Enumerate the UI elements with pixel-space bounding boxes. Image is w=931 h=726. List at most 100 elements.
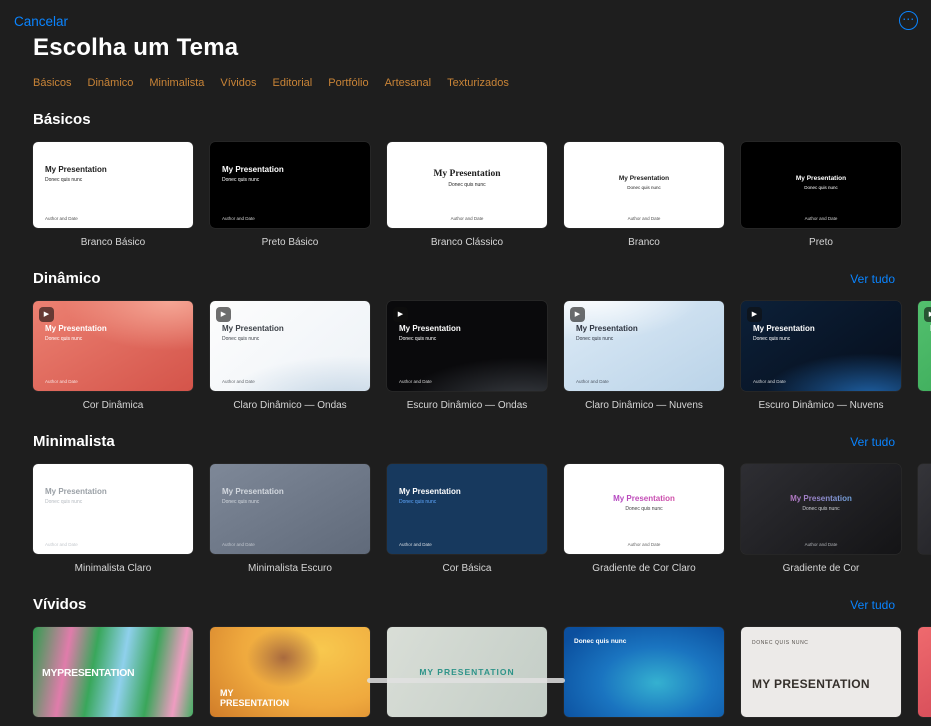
thumb-subtitle: Donec quis nunc	[387, 182, 547, 188]
category-tab-basicos[interactable]: Básicos	[33, 77, 72, 89]
thumb-subtitle: Donec quis nunc	[741, 506, 901, 512]
section-title: Dinâmico	[33, 270, 101, 287]
section-basicos: Básicos My Presentation Donec quis nunc …	[0, 111, 931, 248]
category-tab-portfolio[interactable]: Portfólio	[328, 77, 368, 89]
theme-row: My Presentation Donec quis nunc Author a…	[0, 142, 931, 248]
theme-card[interactable]: MY PRESENTATION	[387, 627, 547, 726]
see-all-link[interactable]: Ver tudo	[850, 272, 895, 286]
category-tab-editorial[interactable]: Editorial	[272, 77, 312, 89]
theme-card[interactable]: My Presentation Donec quis nunc Author a…	[564, 464, 724, 574]
thumb-subtitle: Donec quis nunc	[222, 177, 259, 183]
theme-card[interactable]	[918, 464, 931, 574]
theme-card[interactable]: My Presentation Donec quis nunc Author a…	[210, 142, 370, 248]
theme-card[interactable]: Donec quis nunc	[564, 627, 724, 726]
thumb-footer: Author and Date	[564, 542, 724, 547]
thumb-subtitle: Donec quis nunc	[222, 499, 259, 505]
theme-row: ▶ My Presentation Donec quis nunc Author…	[0, 301, 931, 411]
theme-card[interactable]: My Presentation Donec quis nunc Author a…	[741, 464, 901, 574]
thumb-title: My Presentation	[741, 494, 901, 504]
thumb-subtitle: Donec quis nunc	[399, 499, 436, 505]
thumb-title: MY PRESENTATION	[387, 667, 547, 677]
thumb-footer: Author and Date	[387, 216, 547, 221]
theme-card[interactable]: My Presentation Donec quis nunc Author a…	[387, 142, 547, 248]
theme-label: Branco Básico	[33, 237, 193, 248]
theme-thumb: My Presentation Donec quis nunc Author a…	[387, 464, 547, 554]
theme-thumb: ▶ My Presentation Donec quis nunc Author…	[387, 301, 547, 391]
theme-card[interactable]: My Presentation Donec quis nunc Author a…	[33, 464, 193, 574]
thumb-title: My Presentation	[45, 324, 107, 334]
thumb-subtitle: Donec quis nunc	[45, 177, 82, 183]
thumb-title: My Presentation	[576, 324, 638, 334]
theme-thumb: My Presentation Donec quis nunc Author a…	[33, 464, 193, 554]
theme-label: Preto	[741, 237, 901, 248]
category-tab-dinamico[interactable]: Dinâmico	[88, 77, 134, 89]
theme-label: Cor Básica	[387, 563, 547, 574]
theme-card[interactable]: ▶ My Presentation	[918, 301, 931, 411]
thumb-footer: Author and Date	[45, 542, 78, 547]
section-vividos: Vívidos Ver tudo MYPRESENTATION MY PRESE…	[0, 596, 931, 726]
theme-card[interactable]: ▶ My Presentation Donec quis nunc Author…	[33, 301, 193, 411]
cancel-button[interactable]: Cancelar	[14, 14, 68, 29]
more-options-button[interactable]: ⋯	[899, 11, 918, 30]
category-tab-minimalista[interactable]: Minimalista	[149, 77, 204, 89]
section-title: Minimalista	[33, 433, 115, 450]
theme-label: Claro Dinâmico — Ondas	[210, 400, 370, 411]
thumb-subtitle: Donec quis nunc	[564, 506, 724, 512]
play-badge: ▶	[39, 307, 54, 322]
thumb-footer: Author and Date	[222, 216, 255, 221]
theme-thumb: ▶ My Presentation Donec quis nunc Author…	[564, 301, 724, 391]
thumb-footer: Author and Date	[741, 216, 901, 221]
category-tab-artesanal[interactable]: Artesanal	[385, 77, 431, 89]
theme-label: Gradiente de Cor	[741, 563, 901, 574]
theme-label: Minimalista Escuro	[210, 563, 370, 574]
thumb-subtitle: Donec quis nunc	[45, 336, 82, 342]
see-all-link[interactable]: Ver tudo	[850, 598, 895, 612]
play-badge: ▶	[747, 307, 762, 322]
theme-label: Claro Dinâmico — Nuvens	[564, 400, 724, 411]
thumb-title: My Presentation	[741, 175, 901, 183]
thumb-footer: Author and Date	[222, 542, 255, 547]
thumb-subtitle: Donec quis nunc	[399, 336, 436, 342]
theme-card[interactable]: My Presentation Donec quis nunc Author a…	[210, 464, 370, 574]
ellipsis-circle-icon: ⋯	[902, 13, 915, 25]
thumb-title: My Presentation	[564, 494, 724, 504]
thumb-title: My Presentation	[564, 175, 724, 183]
thumb-title: MYPRESENTATION	[42, 667, 134, 680]
theme-thumb: ▶ My Presentation Donec quis nunc Author…	[210, 301, 370, 391]
theme-label: Cor Dinâmica	[33, 400, 193, 411]
theme-card[interactable]: MYPRESENTATION	[33, 627, 193, 726]
theme-thumb: DONEC QUIS NUNC MY PRESENTATION	[741, 627, 901, 717]
thumb-footer: Author and Date	[399, 542, 432, 547]
play-icon: ▶	[44, 311, 49, 318]
thumb-subtitle: Donec quis nunc	[45, 499, 82, 505]
thumb-title: My Presentation	[753, 324, 815, 334]
section-title: Vívidos	[33, 596, 86, 613]
theme-card[interactable]: My Presentation Donec quis nunc Author a…	[387, 464, 547, 574]
theme-thumb	[918, 627, 931, 717]
thumb-subtitle: Donec quis nunc	[753, 336, 790, 342]
thumb-subtitle: Donec quis nunc	[576, 336, 613, 342]
thumb-footer: Author and Date	[753, 379, 786, 384]
thumb-footer: Author and Date	[45, 379, 78, 384]
play-badge: ▶	[216, 307, 231, 322]
theme-card[interactable]: ▶ My Presentation Donec quis nunc Author…	[387, 301, 547, 411]
theme-card[interactable]: My Presentation Donec quis nunc Author a…	[33, 142, 193, 248]
theme-card[interactable]: My Presentation Donec quis nunc Author a…	[741, 142, 901, 248]
top-bar: Cancelar ⋯	[0, 0, 931, 24]
thumb-title: My Presentation	[399, 487, 461, 497]
category-tab-texturizados[interactable]: Texturizados	[447, 77, 509, 89]
category-tab-vividos[interactable]: Vívidos	[220, 77, 256, 89]
theme-card[interactable]: ▶ My Presentation Donec quis nunc Author…	[741, 301, 901, 411]
theme-card[interactable]: ▶ My Presentation Donec quis nunc Author…	[210, 301, 370, 411]
theme-card[interactable]: My Presentation Donec quis nunc Author a…	[564, 142, 724, 248]
theme-card[interactable]	[918, 627, 931, 726]
theme-card[interactable]: ▶ My Presentation Donec quis nunc Author…	[564, 301, 724, 411]
thumb-footer: Author and Date	[45, 216, 78, 221]
theme-card[interactable]: MY PRESENTATION	[210, 627, 370, 726]
thumb-title: My Presentation	[399, 324, 461, 334]
see-all-link[interactable]: Ver tudo	[850, 435, 895, 449]
theme-card[interactable]: DONEC QUIS NUNC MY PRESENTATION	[741, 627, 901, 726]
category-tabs: Básicos Dinâmico Minimalista Vívidos Edi…	[33, 77, 931, 89]
theme-thumb: My Presentation Donec quis nunc Author a…	[387, 142, 547, 228]
home-indicator[interactable]	[367, 678, 565, 683]
